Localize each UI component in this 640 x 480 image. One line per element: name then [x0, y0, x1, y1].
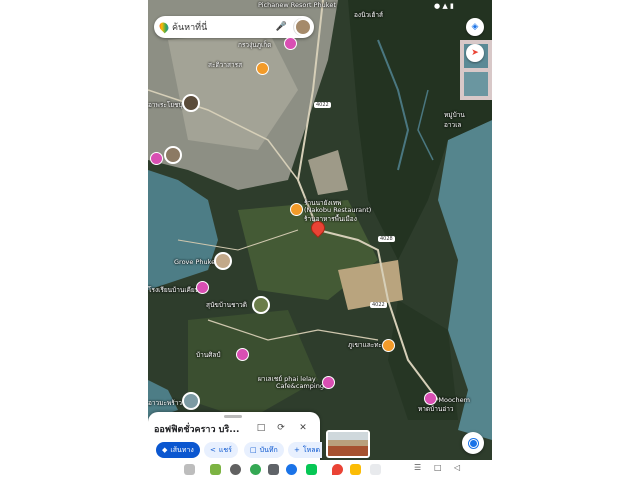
map-label-resort[interactable]: Pichanew Resort Phuket: [258, 1, 336, 9]
my-location-icon: [468, 438, 478, 448]
map-label-restaurant-en[interactable]: (Nakobu Restaurant): [304, 206, 371, 214]
close-icon[interactable]: ✕: [296, 421, 310, 435]
chrome-icon[interactable]: [250, 464, 261, 475]
photo-pin[interactable]: [214, 252, 232, 270]
status-icons: ● ▲ ▮: [434, 2, 454, 10]
save-icon[interactable]: □: [254, 421, 268, 435]
thumbnail-sky: [328, 432, 368, 440]
home-nav-icon[interactable]: □: [434, 463, 442, 472]
search-bar[interactable]: ค้นหาที่นี่ 🎤: [154, 16, 314, 38]
share-chip-icon: <: [210, 446, 216, 454]
map-label-3: สะติวาสารส: [208, 61, 243, 69]
restaurant-pin[interactable]: [290, 203, 303, 216]
maps-app-screen: ● ▲ ▮ ค้นหาที่นี่ 🎤 ◈ ➤ Pichanew Resort …: [148, 0, 492, 480]
poi-pin[interactable]: [256, 62, 269, 75]
bookmark-icon: □: [250, 446, 257, 454]
layers-icon: ◈: [471, 22, 479, 32]
place-sheet[interactable]: ออฟฟิตชั่วคราว บริ... □ ⟳ ✕ ◆ เส้นทาง < …: [148, 412, 323, 464]
road-shield: 4022: [314, 102, 331, 108]
place-title[interactable]: ออฟฟิตชั่วคราว บริ...: [154, 422, 239, 436]
photo-pin[interactable]: [252, 296, 270, 314]
camera-icon[interactable]: [230, 464, 241, 475]
photos-icon[interactable]: [370, 464, 381, 475]
line-icon[interactable]: [306, 464, 317, 475]
settings-icon[interactable]: [268, 464, 279, 475]
maps-icon[interactable]: [332, 464, 343, 475]
microphone-icon[interactable]: 🎤: [276, 22, 287, 32]
compass-icon: ➤: [471, 48, 479, 58]
drive-icon[interactable]: [350, 464, 361, 475]
map-label-12: หาดบ้านอ่าว: [418, 405, 454, 413]
map-label-village: หมู่บ้าน อาวเล: [444, 111, 465, 129]
photo-pin[interactable]: [182, 94, 200, 112]
save-label: บันทึก: [259, 445, 278, 454]
map-label-grove[interactable]: Grove Phuket: [174, 258, 218, 266]
map-label-11: อาวมะพร้าว: [148, 399, 183, 407]
recents-nav-icon[interactable]: ☰: [414, 463, 421, 472]
poi-pin[interactable]: [424, 392, 437, 405]
poi-pin[interactable]: [322, 376, 335, 389]
road-shield: 4022: [370, 302, 387, 308]
photo-pin[interactable]: [182, 392, 200, 410]
directions-button[interactable]: ◆ เส้นทาง: [156, 442, 200, 458]
drag-handle[interactable]: [224, 415, 242, 418]
game-icon[interactable]: [210, 464, 221, 475]
share-label: แชร์: [218, 445, 232, 454]
map-label-2: กรวงุ่นภูเก็ต: [238, 41, 272, 49]
plus-icon: +: [294, 446, 300, 454]
download-chip[interactable]: + โหลด: [288, 442, 323, 458]
poi-pin[interactable]: [236, 348, 249, 361]
share-icon[interactable]: ⟳: [274, 421, 288, 435]
layers-button[interactable]: ◈: [466, 18, 484, 36]
photo-pin[interactable]: [164, 146, 182, 164]
maps-logo-icon: [157, 20, 171, 34]
photo-pin[interactable]: [294, 18, 312, 36]
poi-pin[interactable]: [196, 281, 209, 294]
grid-icon[interactable]: [184, 464, 195, 475]
directions-icon: ◆: [162, 446, 168, 454]
compass-button[interactable]: ➤: [466, 44, 484, 62]
search-placeholder[interactable]: ค้นหาที่นี่: [172, 20, 276, 34]
poi-pin[interactable]: [382, 339, 395, 352]
poi-pin[interactable]: [284, 37, 297, 50]
map-label-1: องนิวเฮ้าส์: [354, 11, 383, 19]
my-location-button[interactable]: [462, 432, 484, 454]
map-label-10[interactable]: Cafe&camping: [276, 382, 324, 390]
share-chip[interactable]: < แชร์: [204, 442, 238, 458]
map-label-5: โรงเรียนบ้านเคียน: [148, 286, 200, 294]
back-nav-icon[interactable]: ◁: [454, 463, 460, 472]
road-shield: 4028: [378, 236, 395, 242]
place-photo-thumbnail[interactable]: [326, 430, 370, 458]
download-label: โหลด: [302, 445, 321, 454]
map-label-6: สุนัขบ้านชาวดิ: [206, 301, 248, 309]
save-chip[interactable]: □ บันทึก: [244, 442, 284, 458]
browser-icon[interactable]: [286, 464, 297, 475]
directions-label: เส้นทาง: [170, 445, 194, 454]
poi-pin[interactable]: [150, 152, 163, 165]
thumbnail-ground: [328, 446, 368, 456]
map-label-7: บ้านศิลป์: [196, 351, 221, 359]
